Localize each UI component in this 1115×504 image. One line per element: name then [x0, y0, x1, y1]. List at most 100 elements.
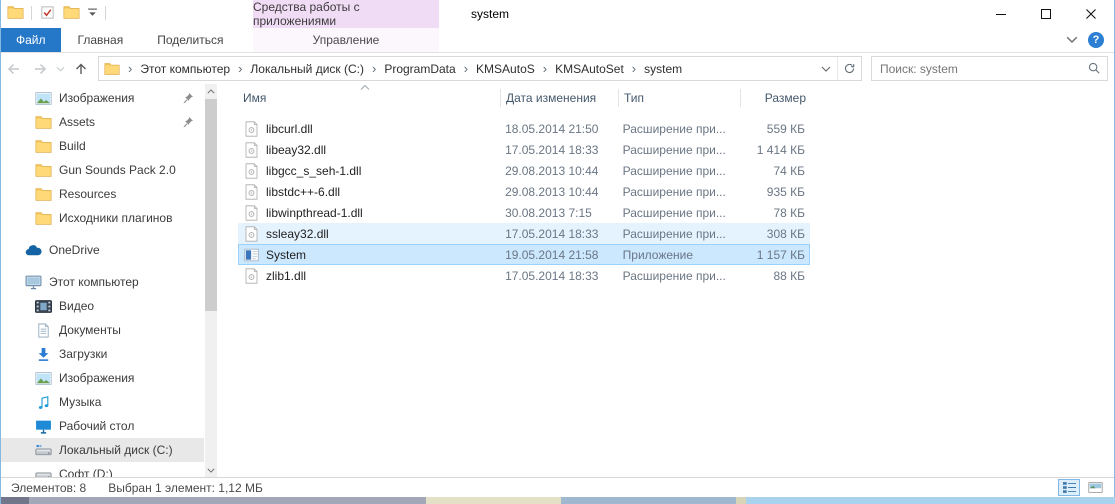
breadcrumb-item[interactable]: › Локальный диск (C:) — [230, 57, 364, 80]
table-row[interactable]: System 19.05.2014 21:58 Приложение 1 157… — [238, 244, 810, 265]
sidebar-item[interactable]: Этот компьютер — [1, 270, 204, 294]
sidebar-item-label: Локальный диск (C:) — [59, 443, 173, 457]
breadcrumb-item[interactable]: › KMSAutoS — [456, 57, 535, 80]
sidebar-item[interactable]: Видео — [1, 294, 204, 318]
sidebar-item[interactable]: Документы — [1, 318, 204, 342]
search-input[interactable] — [871, 56, 1108, 81]
file-name-cell: libgcc_s_seh-1.dll — [239, 162, 500, 179]
sidebar-item[interactable]: Исходники плагинов — [1, 206, 204, 230]
file-name-cell: System — [239, 247, 500, 263]
customize-quick-access-button[interactable] — [87, 8, 98, 17]
sidebar-item[interactable]: Resources — [1, 182, 204, 206]
search-icon[interactable] — [1087, 61, 1101, 75]
selection-info: Выбран 1 элемент: 1,12 МБ — [108, 480, 263, 495]
sidebar-item-label: Build — [59, 139, 86, 153]
tab-manage[interactable]: Управление — [253, 28, 439, 52]
close-icon — [1085, 9, 1096, 19]
properties-button[interactable] — [39, 5, 56, 20]
quick-access-toolbar — [7, 5, 106, 20]
sidebar-item[interactable]: Assets — [1, 110, 204, 134]
sidebar-item-label: Рабочий стол — [59, 419, 135, 433]
file-type-icon — [244, 183, 259, 200]
items-count: Элементов: 8 — [11, 480, 87, 495]
column-header-name[interactable]: Имя — [238, 89, 500, 107]
ribbon-tab-row: Файл Главная Поделиться Вид Управление ? — [1, 28, 1114, 53]
address-dropdown-button[interactable] — [815, 57, 837, 80]
scroll-down-icon[interactable] — [205, 463, 217, 477]
breadcrumb-item[interactable]: › Этот компьютер — [120, 57, 230, 80]
details-view-button[interactable] — [1058, 479, 1080, 496]
table-row[interactable]: ssleay32.dll 17.05.2014 18:33 Расширение… — [238, 223, 810, 244]
sidebar-item-icon — [35, 163, 52, 178]
tab-home[interactable]: Главная — [61, 28, 141, 52]
sidebar-item[interactable]: Софт (D:) — [1, 462, 204, 477]
sidebar-item[interactable]: Изображения — [1, 86, 204, 110]
back-button[interactable] — [1, 56, 27, 82]
breadcrumb-item[interactable]: › KMSAutoSet — [535, 57, 624, 80]
maximize-button[interactable] — [1023, 0, 1068, 28]
refresh-button[interactable] — [837, 57, 861, 80]
table-row[interactable]: libgcc_s_seh-1.dll 29.08.2013 10:44 Расш… — [238, 160, 810, 181]
column-header-date[interactable]: Дата изменения — [500, 88, 618, 107]
sidebar-item[interactable]: Музыка — [1, 390, 204, 414]
main-area: Изображения Assets Build Gun Sounds Pack… — [1, 84, 1114, 477]
sidebar-item[interactable]: Gun Sounds Pack 2.0 — [1, 158, 204, 182]
sidebar-item-icon — [35, 347, 52, 362]
column-header-type[interactable]: Тип — [618, 88, 740, 107]
sidebar-item[interactable]: Рабочий стол — [1, 414, 204, 438]
sidebar-item[interactable]: OneDrive — [1, 238, 204, 262]
tab-share[interactable]: Поделиться — [140, 28, 240, 52]
sidebar-item[interactable]: Изображения — [1, 366, 204, 390]
table-row[interactable]: libeay32.dll 17.05.2014 18:33 Расширение… — [238, 139, 810, 160]
recent-locations-button[interactable] — [53, 56, 68, 82]
file-size-cell: 78 КБ — [773, 205, 805, 220]
file-type-cell: Расширение при... — [622, 142, 726, 157]
file-type-icon — [244, 204, 259, 221]
close-button[interactable] — [1068, 0, 1113, 28]
sidebar-item-label: Софт (D:) — [59, 467, 113, 477]
sidebar-item-icon — [35, 299, 52, 314]
file-type-icon — [244, 162, 259, 179]
sidebar-item-icon — [35, 371, 52, 386]
sidebar-item-icon — [35, 211, 52, 226]
back-icon — [6, 61, 22, 77]
sidebar-item[interactable]: Локальный диск (C:) — [1, 438, 204, 462]
sidebar-item[interactable]: Загрузки — [1, 342, 204, 366]
file-date-cell: 29.08.2013 10:44 — [505, 163, 599, 178]
tab-file[interactable]: Файл — [1, 28, 61, 52]
table-row[interactable]: libcurl.dll 18.05.2014 21:50 Расширение … — [238, 118, 810, 139]
forward-button[interactable] — [27, 56, 53, 82]
breadcrumb-item[interactable]: › system — [624, 57, 682, 80]
table-row[interactable]: libwinpthread-1.dll 30.08.2013 7:15 Расш… — [238, 202, 810, 223]
file-name: libeay32.dll — [266, 142, 327, 157]
sidebar-item-icon — [35, 395, 52, 410]
up-button[interactable] — [68, 56, 94, 82]
table-row[interactable]: zlib1.dll 17.05.2014 18:33 Расширение пр… — [238, 265, 810, 286]
divider — [105, 5, 106, 20]
scroll-up-icon[interactable] — [205, 84, 217, 98]
sidebar-scrollbar[interactable] — [205, 84, 217, 477]
sidebar-item-icon — [25, 275, 42, 290]
sidebar-item-label: Этот компьютер — [49, 275, 139, 289]
table-row[interactable]: libstdc++-6.dll 29.08.2013 10:44 Расшире… — [238, 181, 810, 202]
breadcrumb-item[interactable]: › ProgramData — [364, 57, 456, 80]
help-button[interactable]: ? — [1088, 32, 1104, 48]
breadcrumb[interactable]: › Этот компьютер › Локальный диск (C:) ›… — [98, 56, 862, 81]
file-name-cell: zlib1.dll — [239, 267, 500, 284]
sidebar-item[interactable]: Build — [1, 134, 204, 158]
divider — [31, 5, 32, 20]
scrollbar-thumb[interactable] — [205, 99, 217, 311]
thumbnails-view-button[interactable] — [1084, 479, 1106, 496]
new-folder-button[interactable] — [63, 5, 80, 20]
sidebar-item-label: OneDrive — [49, 243, 100, 257]
sidebar-item-label: Исходники плагинов — [59, 211, 173, 225]
sidebar-item-label: Загрузки — [59, 347, 108, 361]
minimize-button[interactable] — [978, 0, 1023, 28]
sidebar-item-icon — [35, 187, 52, 202]
file-date-cell: 17.05.2014 18:33 — [505, 268, 599, 283]
column-header-size[interactable]: Размер — [740, 88, 810, 107]
file-size-cell: 935 КБ — [766, 184, 805, 199]
collapse-ribbon-icon[interactable] — [1066, 36, 1078, 44]
file-size-cell: 308 КБ — [766, 226, 805, 241]
sidebar-item-label: Gun Sounds Pack 2.0 — [59, 163, 176, 177]
